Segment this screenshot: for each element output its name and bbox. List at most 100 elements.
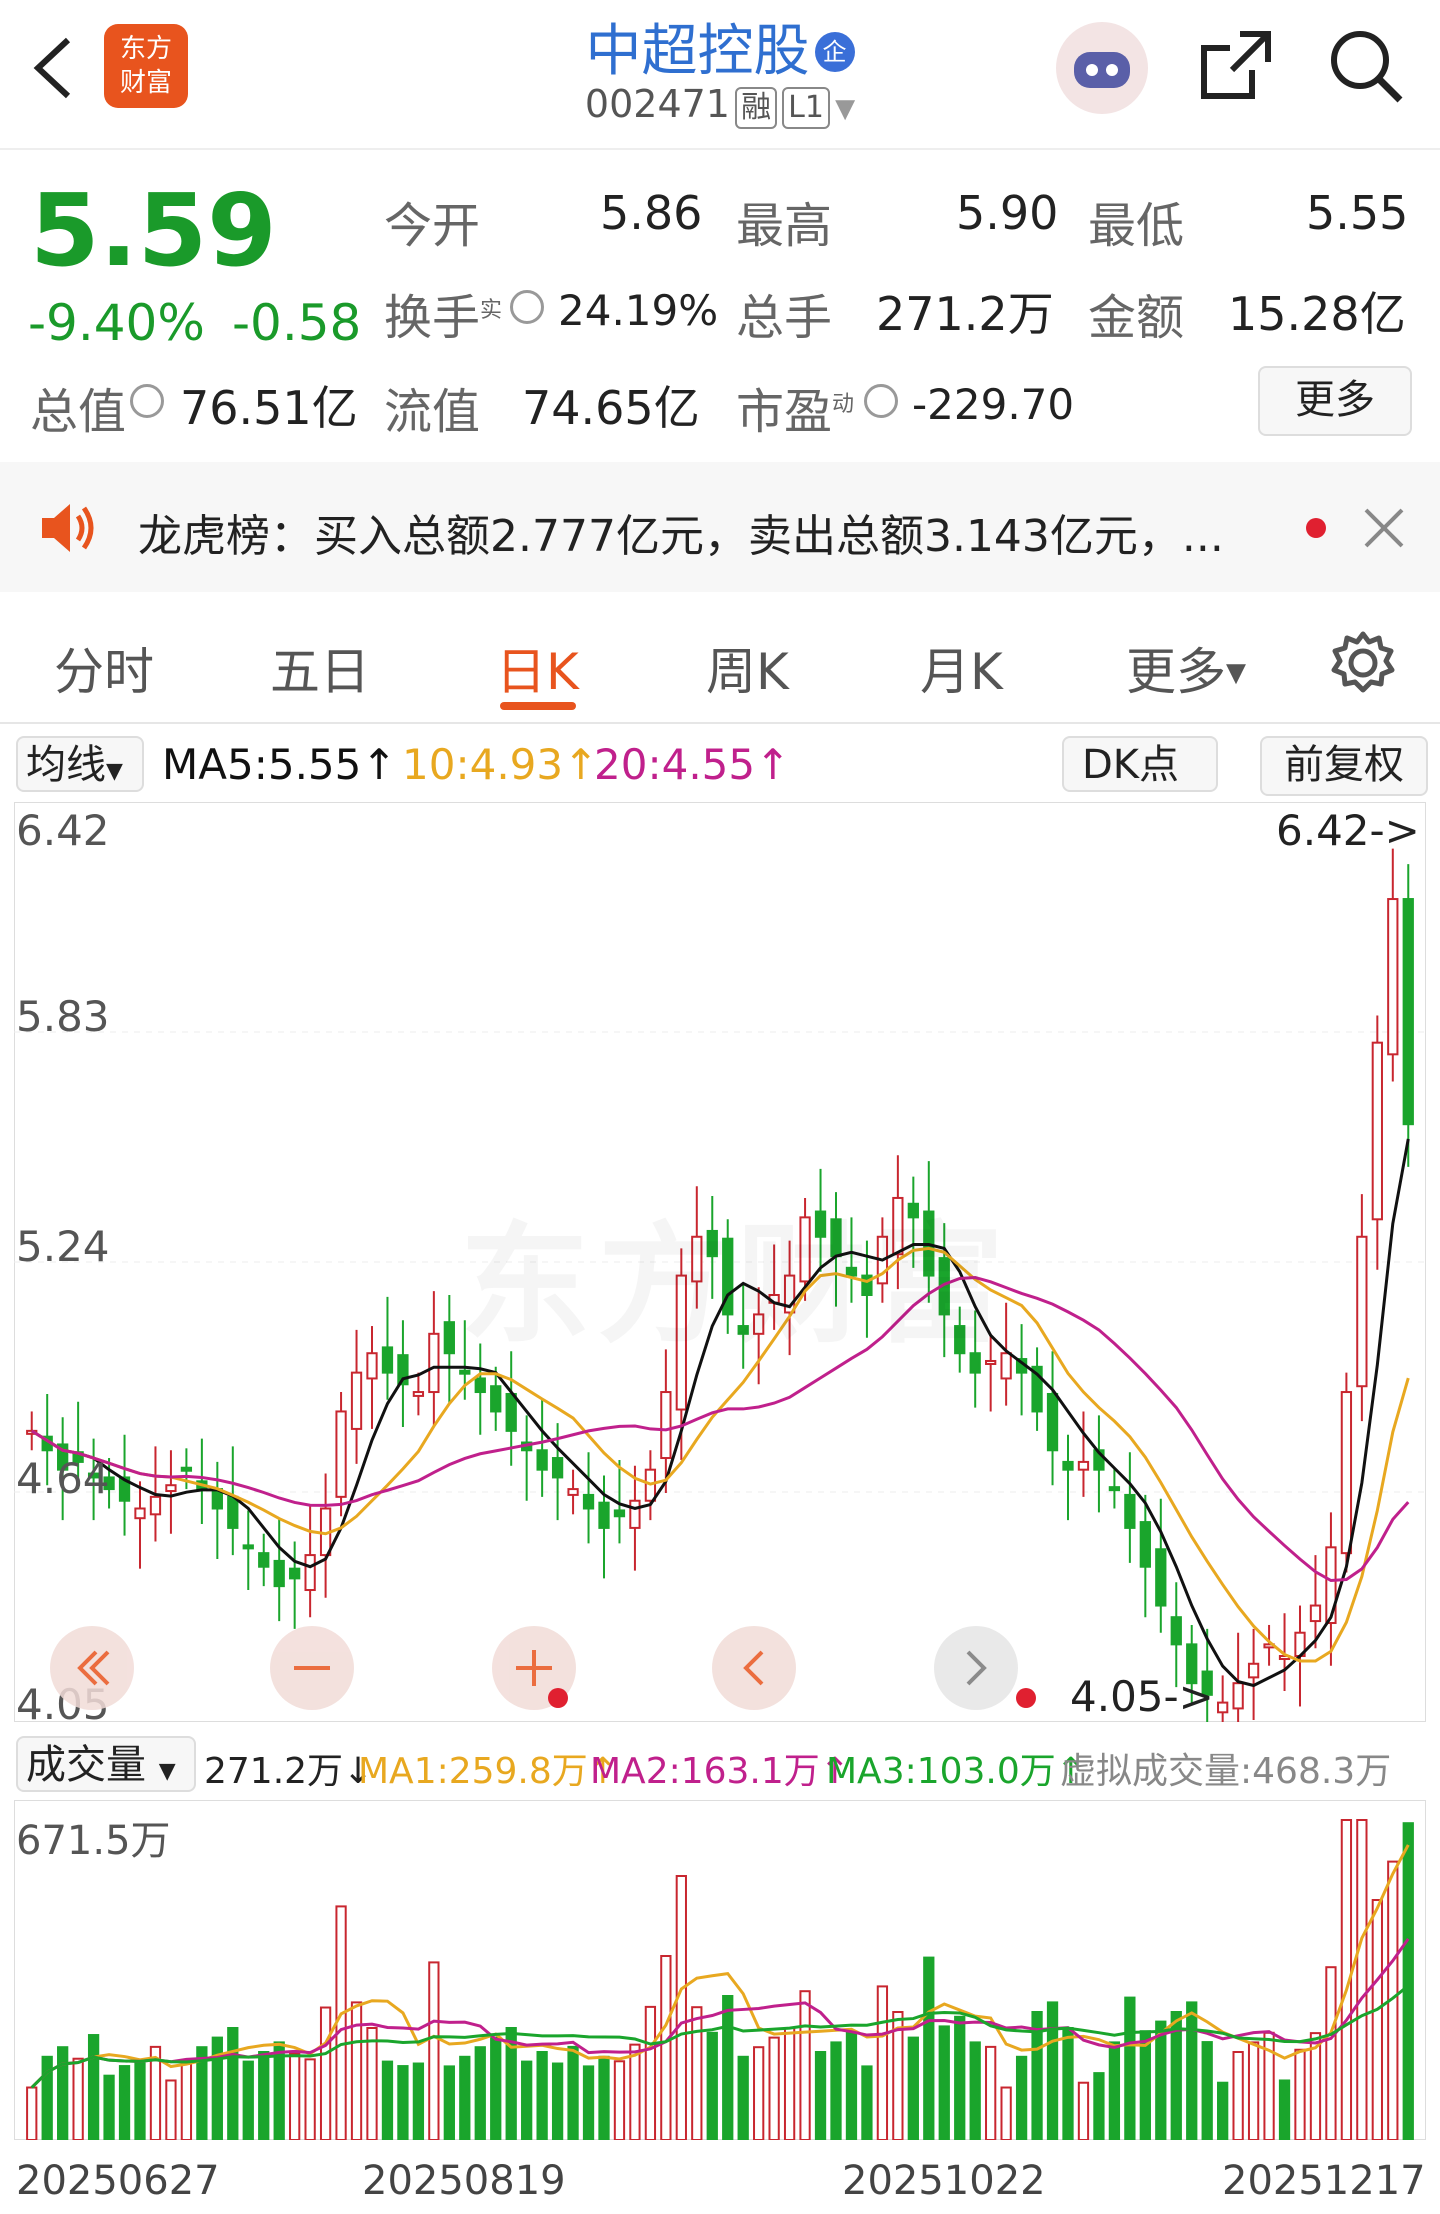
volume-selector[interactable]: 成交量 ▼ [16,1736,196,1792]
date-label: 20250819 [362,2158,566,2204]
volume-bar [876,1985,889,2140]
tab-zhouk[interactable]: 周K [706,632,789,704]
volume-bar [1155,2020,1167,2140]
candle-body [582,1493,595,1510]
vol-ma3-legend: MA3:103.0万↑ [826,1751,1086,1792]
pe-label-text: 市盈 [736,384,833,440]
candle-body [598,1501,610,1529]
date-label: 20251022 [842,2158,1046,2204]
volume-frame [14,1800,1426,2140]
volume-bar [582,2065,595,2140]
zoom-out-button[interactable] [270,1626,354,1710]
ma-selector[interactable]: 均线▼ [16,736,144,792]
turnover-sup: 实 [480,298,503,323]
ma-selector-label: 均线 [26,742,106,788]
ma20-legend: 20:4.55↑ [594,740,791,789]
level-tag: L1 [782,87,830,129]
adjust-button[interactable]: 前复权 [1260,736,1428,796]
candle-body [660,1391,672,1460]
more-quote-button[interactable]: 更多 [1258,366,1412,436]
candle-body [1108,1486,1121,1492]
volume-bar [969,2041,981,2140]
tab-wuri[interactable]: 五日 [270,632,370,704]
scroll-left-fast-button[interactable] [50,1626,134,1710]
gear-icon[interactable] [1328,628,1398,698]
notice-text[interactable]: 龙虎榜：买入总额2.777亿元，卖出总额3.143亿元，... [138,500,1278,564]
candle-body [1155,1548,1167,1607]
candle-body [1124,1493,1136,1529]
volume-bar [366,2027,378,2140]
pe-sup: 动 [832,392,855,417]
candle-body [1371,1041,1383,1221]
high-label: 最高 [736,198,833,254]
change-amount: -0.58 [232,294,362,352]
candle-body [1062,1460,1074,1471]
tab-rik[interactable]: 日K [496,632,579,704]
volume-bar [227,2027,239,2140]
date-label: 20251217 [1222,2158,1426,2204]
float-value: 74.65亿 [522,381,700,435]
volume-bar [1356,1819,1368,2140]
current-price: 5.59 [30,172,277,289]
dk-point-button[interactable]: DK点 [1062,736,1218,792]
volume-bar [57,2046,69,2140]
tab-more[interactable]: 更多▼ [1126,632,1246,704]
volume-bar [428,1961,440,2140]
volume-bar [551,2062,564,2140]
volume-bar [1093,2072,1105,2140]
assistant-avatar[interactable] [1056,22,1148,114]
vol-ma1-legend: MA1:259.8万↑ [358,1751,618,1792]
volume-bar [660,1955,672,2140]
ma10-legend: 10:4.93↑ [402,740,599,789]
mktcap-label: 总值 [30,384,127,440]
info-icon[interactable] [510,290,544,324]
min-price-label: 4.05-> [1070,1672,1214,1721]
candle-body [551,1457,564,1479]
scroll-right-button[interactable] [934,1626,1018,1710]
candle-body [428,1332,440,1394]
candle-body [490,1385,502,1413]
candle-body [459,1369,471,1375]
info-icon[interactable] [130,384,164,418]
search-icon[interactable] [1326,26,1406,106]
tab-fenshi[interactable]: 分时 [54,632,154,704]
price-axis-label: 5.83 [16,992,110,1041]
candle-body [149,1495,162,1516]
share-icon[interactable] [1196,26,1276,106]
volume-value-legend: 271.2万↓ [204,1751,374,1792]
active-tab-indicator [500,702,576,710]
info-icon[interactable] [864,384,898,418]
volume-bar [412,2062,425,2140]
volume-bar [242,2060,254,2140]
volume-bar [1232,2051,1244,2140]
volume-value: 271.2万 [876,287,1054,341]
volume-bar [1371,1899,1383,2140]
volume-bar [629,2043,641,2140]
vol-ma2-legend: MA2:163.1万↑ [590,1751,850,1792]
volume-bar [521,2060,533,2140]
tab-yuek[interactable]: 月K [920,632,1003,704]
close-icon[interactable] [1362,506,1406,550]
volume-bar [1217,2081,1229,2140]
candle-body [304,1554,316,1592]
volume-bar [1046,2001,1059,2140]
volume-bar [814,2051,827,2140]
stock-code: 002471 [584,82,730,126]
notice-dot [1306,518,1326,538]
notice-dot [548,1688,568,1708]
volume-bar [1247,2041,1260,2140]
candle-body [1046,1392,1059,1452]
margin-tag: 融 [735,87,778,129]
max-price-label: 6.42-> [1276,806,1420,855]
volume-bar [1062,2027,1074,2140]
scroll-left-button[interactable] [712,1626,796,1710]
date-label: 20250627 [16,2158,220,2204]
candle-body [258,1552,270,1568]
candle-body [134,1507,146,1520]
change-percent: -9.40% [28,294,205,352]
candle-body [536,1449,548,1471]
volume-bar [536,2051,548,2140]
candle-body [242,1544,254,1550]
open-label: 今开 [384,198,481,254]
volume-chart[interactable] [14,1800,1426,2140]
